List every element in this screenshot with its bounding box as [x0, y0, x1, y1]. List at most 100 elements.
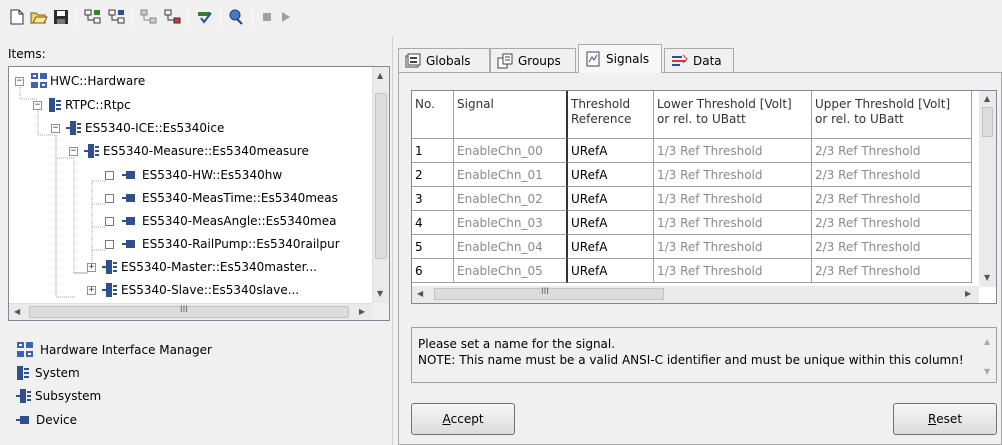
cell-threshold-reference[interactable]: URefA — [568, 235, 654, 259]
tree-item-checkbox[interactable] — [105, 170, 114, 180]
stop-icon[interactable] — [258, 8, 276, 26]
header-text: Reference — [571, 112, 632, 126]
tab-signals[interactable]: Signals — [578, 44, 662, 73]
tree-horizontal-scrollbar[interactable]: ◀ III ▶ — [9, 303, 373, 320]
scroll-right-icon[interactable]: ▶ — [359, 307, 365, 316]
open-folder-icon[interactable] — [30, 8, 48, 26]
collapse-toggle[interactable]: − — [33, 100, 42, 110]
scroll-down-icon[interactable]: ▼ — [984, 364, 990, 380]
items-tree[interactable]: − HWC::Hardware − RTPC::Rtpc − ES5340-IC… — [8, 66, 390, 321]
tree-item-es5340-meastime[interactable]: ES5340-MeasTime::Es5340meas — [105, 187, 338, 209]
tree-item-es5340-master[interactable]: + ES5340-Master::Es5340master... — [87, 256, 317, 278]
scroll-thumb[interactable] — [982, 107, 993, 137]
cell-lower-threshold[interactable]: 1/3 Ref Threshold — [654, 259, 812, 283]
tree-expand-icon[interactable] — [84, 8, 102, 26]
scroll-down-icon[interactable]: ▼ — [377, 289, 383, 298]
cell-threshold-reference[interactable]: URefA — [568, 259, 654, 283]
column-header-signal[interactable]: Signal — [454, 91, 568, 139]
grid-horizontal-scrollbar[interactable]: ◀ III ▶ — [412, 286, 979, 303]
legend-item-device: Device — [16, 409, 77, 431]
scroll-left-icon[interactable]: ◀ — [14, 307, 20, 316]
cell-threshold-reference[interactable]: URefA — [568, 139, 654, 163]
cell-signal[interactable]: EnableChn_02 — [454, 187, 568, 211]
cell-lower-threshold[interactable]: 1/3 Ref Threshold — [654, 235, 812, 259]
expand-toggle[interactable]: + — [87, 285, 96, 295]
tree-edit-icon[interactable] — [164, 8, 182, 26]
collapse-toggle[interactable]: − — [51, 123, 60, 133]
tree-item-es5340-railpump[interactable]: ES5340-RailPump::Es5340railpur — [105, 233, 340, 255]
cell-no[interactable]: 3 — [412, 187, 454, 211]
cell-upper-threshold[interactable]: 2/3 Ref Threshold — [812, 211, 972, 235]
column-header-threshold-reference[interactable]: Threshold Reference — [568, 91, 654, 139]
play-icon[interactable] — [276, 8, 294, 26]
save-icon[interactable] — [52, 8, 70, 26]
column-header-upper-threshold[interactable]: Upper Threshold [Volt] or rel. to UBatt — [812, 91, 972, 139]
collapse-toggle[interactable]: − — [69, 146, 78, 156]
cell-signal[interactable]: EnableChn_03 — [454, 211, 568, 235]
grid-vertical-scrollbar[interactable]: ▲ ▼ — [979, 91, 996, 287]
tab-groups[interactable]: Groups — [490, 48, 576, 72]
column-header-no[interactable]: No. — [412, 91, 454, 139]
tree-item-checkbox[interactable] — [105, 239, 114, 249]
cell-signal[interactable]: EnableChn_00 — [454, 139, 568, 163]
tab-data[interactable]: Data — [664, 48, 734, 72]
scroll-grip: III — [180, 305, 188, 315]
signals-grid[interactable]: No. Signal Threshold Reference Lower Thr… — [411, 90, 997, 304]
tree-item-rtpc[interactable]: − RTPC::Rtpc — [33, 94, 131, 116]
cell-threshold-reference[interactable]: URefA — [568, 187, 654, 211]
collapse-toggle[interactable]: − — [15, 76, 24, 86]
tree-item-checkbox[interactable] — [105, 193, 114, 203]
cell-lower-threshold[interactable]: 1/3 Ref Threshold — [654, 211, 812, 235]
tree-vertical-scrollbar[interactable]: ▲ ▼ — [372, 67, 389, 304]
cell-upper-threshold[interactable]: 2/3 Ref Threshold — [812, 259, 972, 283]
scroll-up-icon[interactable]: ▲ — [377, 71, 383, 80]
help-scrollbar[interactable]: ▲ ▼ — [979, 328, 996, 382]
cell-no[interactable]: 5 — [412, 235, 454, 259]
cell-no[interactable]: 4 — [412, 211, 454, 235]
cell-threshold-reference[interactable]: URefA — [568, 163, 654, 187]
scroll-left-icon[interactable]: ◀ — [417, 289, 423, 298]
new-file-icon[interactable] — [8, 8, 26, 26]
help-line: NOTE: This name must be a valid ANSI-C i… — [418, 353, 964, 367]
cell-upper-threshold[interactable]: 2/3 Ref Threshold — [812, 187, 972, 211]
search-icon[interactable] — [228, 8, 246, 26]
reset-button[interactable]: Reset — [893, 403, 997, 435]
cell-signal[interactable]: EnableChn_05 — [454, 259, 568, 283]
tree-add-icon[interactable] — [108, 8, 126, 26]
legend-label: System — [35, 366, 80, 380]
pane-splitter[interactable] — [392, 36, 396, 445]
tree-item-hwc-hardware[interactable]: − HWC::Hardware — [15, 70, 145, 92]
scroll-down-icon[interactable]: ▼ — [984, 273, 990, 282]
scroll-right-icon[interactable]: ▶ — [965, 289, 971, 298]
tree-item-checkbox[interactable] — [105, 216, 114, 226]
cell-threshold-reference[interactable]: URefA — [568, 211, 654, 235]
cell-no[interactable]: 1 — [412, 139, 454, 163]
cell-signal[interactable]: EnableChn_01 — [454, 163, 568, 187]
tab-globals[interactable]: Globals — [398, 48, 490, 72]
cell-no[interactable]: 2 — [412, 163, 454, 187]
subsystem-icon — [102, 260, 117, 274]
cell-upper-threshold[interactable]: 2/3 Ref Threshold — [812, 163, 972, 187]
check-icon[interactable] — [196, 8, 214, 26]
accept-button[interactable]: Accept — [411, 403, 515, 435]
tree-item-es5340-measure[interactable]: − ES5340-Measure::Es5340measure — [69, 140, 309, 162]
cell-lower-threshold[interactable]: 1/3 Ref Threshold — [654, 187, 812, 211]
cell-upper-threshold[interactable]: 2/3 Ref Threshold — [812, 139, 972, 163]
scroll-up-icon[interactable]: ▲ — [984, 334, 990, 350]
column-header-lower-threshold[interactable]: Lower Threshold [Volt] or rel. to UBatt — [654, 91, 812, 139]
cell-lower-threshold[interactable]: 1/3 Ref Threshold — [654, 163, 812, 187]
cell-signal[interactable]: EnableChn_04 — [454, 235, 568, 259]
cell-no[interactable]: 6 — [412, 259, 454, 283]
tree-item-es5340-ice[interactable]: − ES5340-ICE::Es5340ice — [51, 117, 224, 139]
expand-toggle[interactable]: + — [87, 262, 96, 272]
tree-item-es5340-slave[interactable]: + ES5340-Slave::Es5340slave... — [87, 279, 299, 301]
scroll-thumb[interactable] — [375, 93, 387, 259]
scroll-up-icon[interactable]: ▲ — [984, 94, 990, 103]
tree-item-es5340-measangle[interactable]: ES5340-MeasAngle::Es5340mea — [105, 210, 336, 232]
tree-item-es5340-hw[interactable]: ES5340-HW::Es5340hw — [105, 164, 282, 186]
cell-upper-threshold[interactable]: 2/3 Ref Threshold — [812, 235, 972, 259]
cell-lower-threshold[interactable]: 1/3 Ref Threshold — [654, 139, 812, 163]
scroll-thumb[interactable]: III — [29, 305, 349, 318]
tree-config-icon[interactable] — [140, 8, 158, 26]
scroll-thumb[interactable]: III — [434, 287, 664, 300]
